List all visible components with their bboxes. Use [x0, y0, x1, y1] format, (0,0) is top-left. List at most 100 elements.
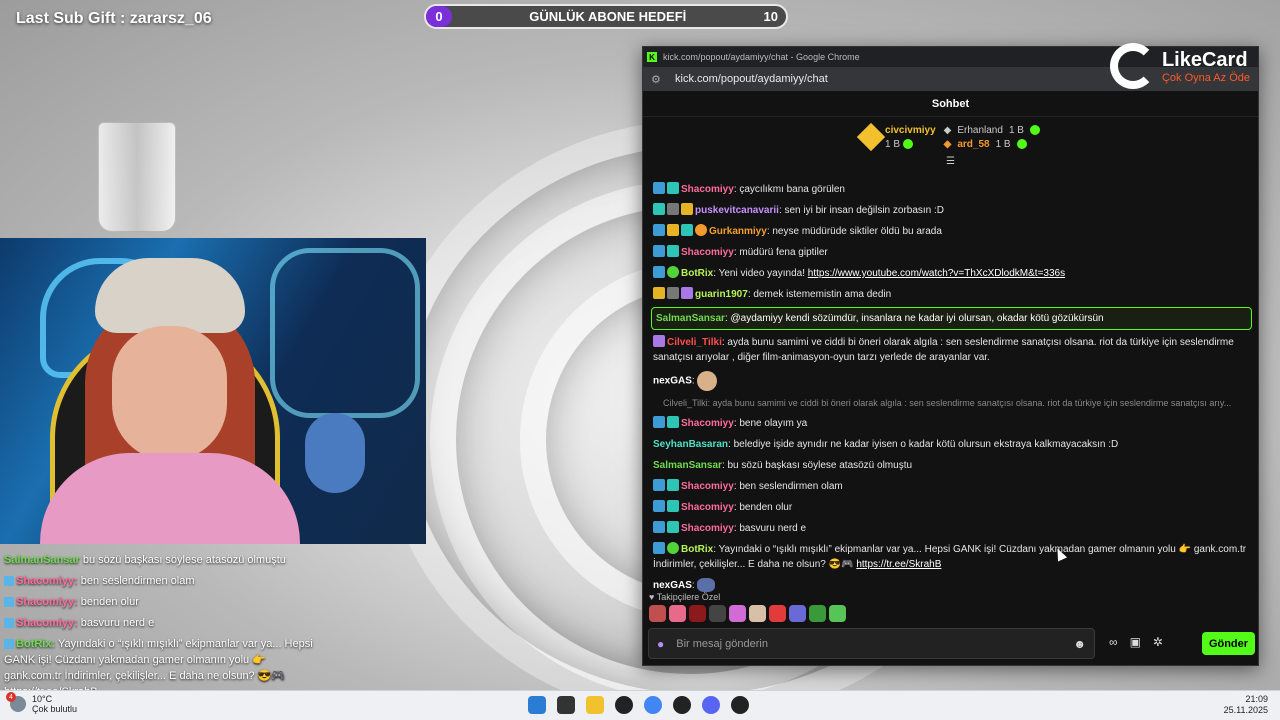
send-button[interactable]: Gönder [1202, 632, 1255, 655]
chat-input[interactable]: ● Bir mesaj gönderin ☻ [648, 628, 1095, 659]
chat-message: guarin1907: demek istememistin ama dedin [651, 284, 1252, 305]
sub-badge-icon [667, 500, 679, 512]
likecard-logo-icon [1109, 43, 1156, 89]
task-view-icon[interactable] [557, 696, 575, 714]
system-clock[interactable]: 21:09 25.11.2025 [1224, 694, 1268, 716]
sub-badge-icon [681, 224, 693, 236]
overlay-chat-row: SalmanSansar bu sözü başkası söylese ata… [4, 554, 286, 566]
cloud-icon: 4 [6, 692, 26, 712]
emote-icon[interactable] [689, 605, 706, 622]
verified-badge-icon [667, 266, 679, 278]
likecard-ad: LikeCard Çok Oyna Az Öde [1109, 43, 1250, 89]
moderator-badge-icon [653, 416, 665, 428]
discord-icon[interactable] [702, 696, 720, 714]
chat-message: SeyhanBasaran: belediye işide aynıdır ne… [653, 439, 1119, 450]
weather-condition: Çok bulutlu [32, 704, 78, 714]
sub-badge-icon [667, 479, 679, 491]
sub-badge-icon [667, 182, 679, 194]
chat-message: Shacomiyy: ben seslendirmen olam [651, 476, 1252, 497]
chat-message: Shacomiyy: müdürü fena giptiler [651, 242, 1252, 263]
chat-message: Shacomiyy: çaycılıkmı bana görülen [651, 179, 1252, 200]
collapse-gifters-icon[interactable]: ☰ [643, 157, 1258, 169]
diamond-icon: ◆ [943, 124, 952, 136]
gifter-name: ard_58 [957, 138, 990, 150]
gifter-count: 1 B [995, 138, 1011, 150]
kick-coin-icon [1016, 139, 1027, 149]
emote-icon[interactable] [669, 605, 686, 622]
sub-badge-icon [667, 245, 679, 257]
top-gifters: civcivmiyy 1 B ◆ Erhanland 1 B ◆ ard_58 … [643, 117, 1258, 157]
emote-icon [697, 371, 718, 391]
emote-icon[interactable] [709, 605, 726, 622]
chat-message: Shacomiyy: bene olayım ya [651, 413, 1252, 434]
sub-badge-icon [667, 416, 679, 428]
top-gifter[interactable]: civcivmiyy 1 B [856, 122, 936, 152]
gift-gem-icon [856, 122, 886, 152]
emote-icon[interactable] [829, 605, 846, 622]
weather-widget[interactable]: 4 10°C Çok bulutlu [6, 692, 78, 714]
moderator-badge-icon [653, 182, 665, 194]
sub-badge-icon [653, 203, 665, 215]
likecard-tagline: Çok Oyna Az Öde [1161, 71, 1250, 84]
chat-tools: ∞ ▣ ✲ [1109, 635, 1163, 649]
overlay-chat: SalmanSansar bu sözü başkası söylese ata… [4, 552, 324, 705]
moderator-badge-icon [653, 500, 665, 512]
emote-icon[interactable] [789, 605, 806, 622]
heart-emote-icon[interactable] [769, 605, 786, 622]
chrome-icon[interactable] [644, 696, 662, 714]
gifter-row[interactable]: ◆ ard_58 1 B [944, 139, 1040, 150]
glass-image [98, 122, 176, 232]
weather-temp: 10°C [32, 694, 53, 704]
chat-message: Gurkanmiyy: neyse müdürüde siktiler öldü… [651, 221, 1252, 242]
chat-link[interactable]: https://www.youtube.com/watch?v=ThXcXDlo… [808, 268, 1065, 279]
chat-message: Shacomiyy: benden olur [651, 497, 1252, 518]
chat-message: SalmanSansar: bu sözü başkası söylese at… [653, 460, 913, 471]
crown-badge-icon [667, 224, 679, 236]
moon-badge-icon [667, 203, 679, 215]
kick-coin-icon [902, 138, 913, 149]
gifter-name: Erhanland [957, 124, 1003, 136]
wizard-badge-icon [653, 335, 665, 347]
windows-start-icon[interactable] [528, 696, 546, 714]
chat-link[interactable]: https://tr.ee/SkrahB [856, 559, 941, 570]
overlay-chat-row: Shacomiyy: basvuru nerd e [4, 615, 324, 631]
clock-date: 25.11.2025 [1223, 705, 1268, 715]
chat-message-highlighted: SalmanSansar: @aydamiyy kendi sözümdür, … [651, 307, 1252, 330]
kick-coin-icon [1029, 125, 1040, 135]
app-icon[interactable] [731, 696, 749, 714]
emote-icon[interactable] [809, 605, 826, 622]
sub-badge-icon [667, 521, 679, 533]
kick-points-icon[interactable]: ∞ [1109, 635, 1118, 649]
emote-icon [697, 578, 716, 593]
diamond-icon: ◆ [943, 138, 952, 150]
likecard-brand: LikeCard [1161, 48, 1248, 71]
chat-popup-window: K kick.com/popout/aydamiyy/chat - Google… [642, 43, 1260, 666]
moderator-badge-icon [653, 542, 665, 554]
settings-gear-icon[interactable]: ✲ [1153, 635, 1163, 649]
emoji-icon[interactable]: ☻ [1073, 637, 1086, 651]
gifter-row[interactable]: ◆ Erhanland 1 B [944, 125, 1040, 136]
reply-preview[interactable]: Cilveli_Tilki: ayda bunu samimi ve ciddi… [651, 394, 1252, 413]
site-info-icon[interactable]: ⚙ [651, 73, 663, 86]
chat-message: Cilveli_Tilki: ayda bunu samimi ve ciddi… [653, 335, 1234, 363]
emote-icon[interactable] [729, 605, 746, 622]
file-explorer-icon[interactable] [586, 696, 604, 714]
crown-badge-icon [653, 287, 665, 299]
gift-badge-icon [681, 287, 693, 299]
chat-message: BotRix: Yayındaki o “ışıklı mışıklı” eki… [653, 542, 1247, 570]
store-icon[interactable]: ▣ [1130, 635, 1141, 649]
moderator-badge-icon [653, 266, 665, 278]
overlay-chat-row: Shacomiyy: ben seslendirmen olam [4, 573, 324, 589]
sub-goal-bar: 0 GÜNLÜK ABONE HEDEFİ 10 [424, 4, 788, 29]
emote-icon[interactable] [649, 605, 666, 622]
last-sub-gift: Last Sub Gift : zararsz_06 [16, 10, 212, 27]
microphone-icon[interactable]: ● [657, 637, 664, 651]
moderator-badge-icon [653, 245, 665, 257]
app-icon[interactable] [673, 696, 691, 714]
chat-input-placeholder[interactable]: Bir mesaj gönderin [676, 638, 768, 650]
chat-message: BotRix: Yeni video yayında! https://www.… [651, 263, 1252, 284]
chat-messages[interactable]: Shacomiyy: çaycılıkmı bana görülen puske… [643, 179, 1260, 597]
emote-icon[interactable] [749, 605, 766, 622]
overlay-chat-row: Shacomiyy: benden olur [4, 594, 324, 610]
obs-icon[interactable] [615, 696, 633, 714]
